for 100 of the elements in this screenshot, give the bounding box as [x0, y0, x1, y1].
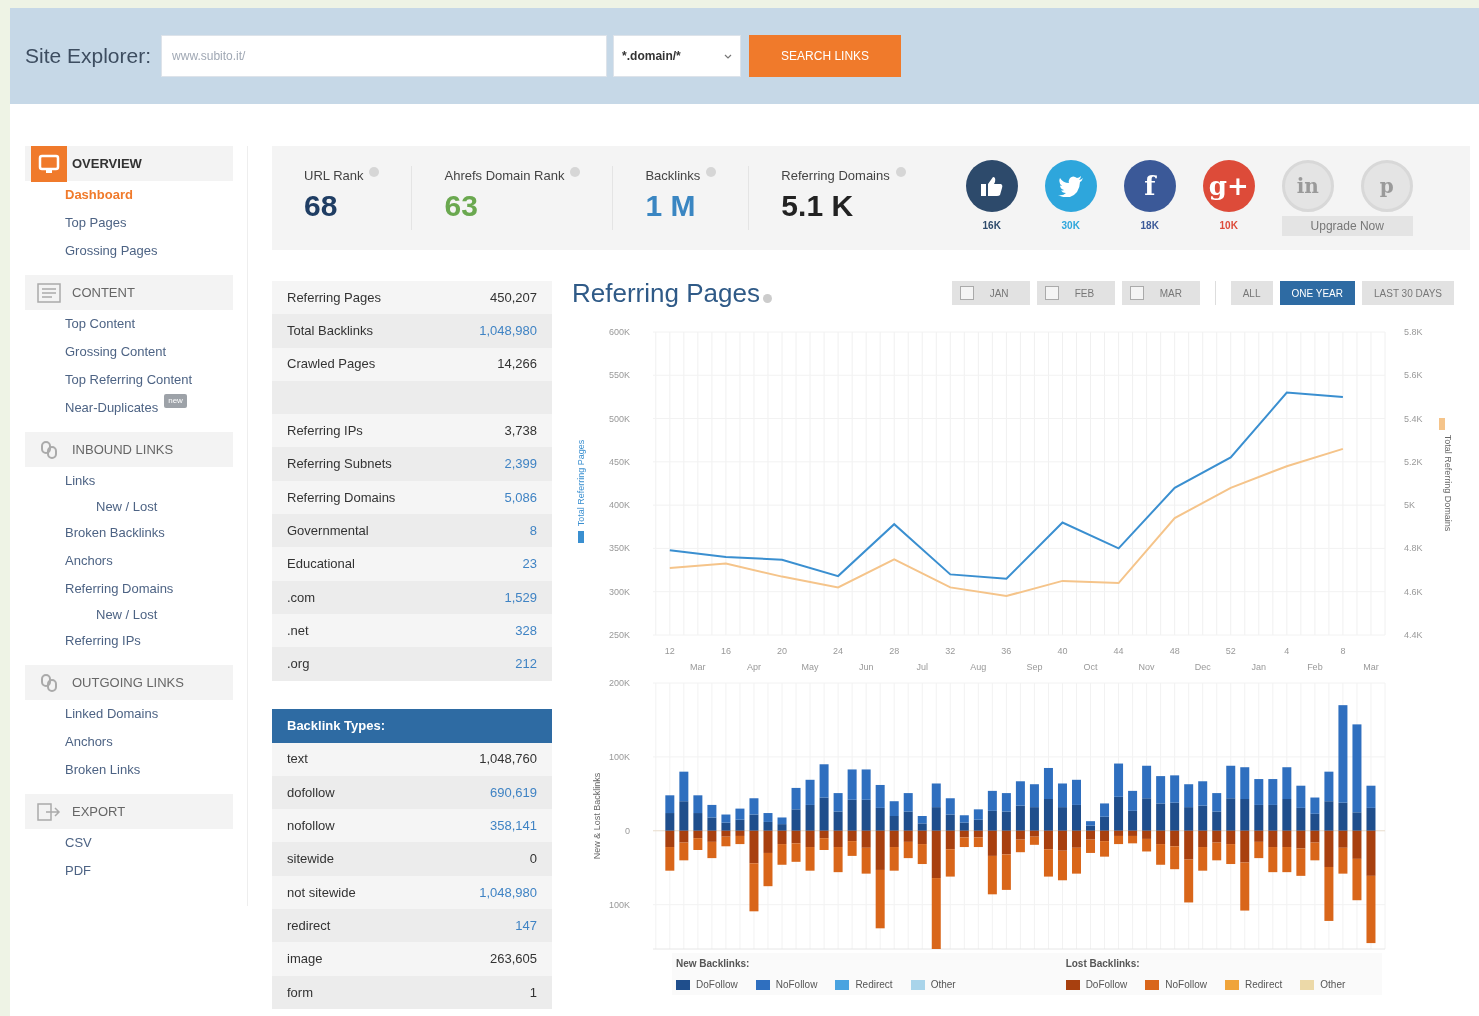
- axis-label: 12: [664, 646, 675, 656]
- axis-label: Dec: [1194, 662, 1211, 672]
- nav-link[interactable]: Referring Domains: [25, 575, 247, 603]
- nav-link[interactable]: Linked Domains: [25, 700, 247, 728]
- row-label: .org: [287, 655, 310, 674]
- row-label: not sitewide: [287, 883, 356, 902]
- legend-label: NoFollow: [1165, 978, 1207, 992]
- axis-title: Total Referring Pages: [576, 439, 586, 527]
- row-label: Referring IPs: [287, 422, 363, 441]
- axis-label: 550K: [608, 370, 630, 381]
- legend-label: Other: [1320, 978, 1346, 992]
- social-button[interactable]: g+: [1202, 160, 1255, 212]
- nav-link[interactable]: Top Pages: [25, 209, 247, 237]
- mode-select[interactable]: *.domain/*: [613, 35, 742, 77]
- axis-label: May: [801, 662, 819, 672]
- value-link[interactable]: 1,048,980: [479, 882, 537, 903]
- share-count: 18K: [1139, 219, 1160, 233]
- search-button[interactable]: SEARCH LINKS: [749, 35, 902, 77]
- axis-label: 4.8K: [1404, 543, 1423, 554]
- axis-label: 48: [1169, 646, 1180, 656]
- month-filter-button[interactable]: FEB: [1036, 281, 1115, 305]
- stat-label: Referring Domains: [781, 167, 890, 185]
- nav-link[interactable]: New / Lost: [25, 603, 247, 627]
- axis-label: 44: [1113, 646, 1124, 656]
- axis-label: 4.4K: [1404, 630, 1423, 640]
- section-header[interactable]: INBOUND LINKS: [25, 432, 233, 467]
- stat-label: Ahrefs Domain Rank: [444, 167, 565, 185]
- section-title: EXPORT: [72, 802, 126, 821]
- nav-link[interactable]: Referring IPs: [25, 627, 247, 655]
- nav-link[interactable]: Broken Backlinks: [25, 519, 247, 547]
- nav-link[interactable]: PDF: [25, 857, 247, 885]
- axis-label: 5K: [1404, 500, 1415, 511]
- row-label: Total Backlinks: [287, 322, 373, 341]
- table-header: Backlink Types:: [272, 708, 552, 743]
- axis-title: New & Lost Backlinks: [592, 772, 602, 860]
- social-button: p: [1360, 160, 1413, 212]
- value-link[interactable]: 5,086: [504, 487, 537, 508]
- row-value: 450,207: [490, 288, 537, 307]
- axis-label: 450K: [608, 456, 630, 467]
- stat-value: 63: [444, 187, 479, 224]
- nav-link[interactable]: Dashboard: [25, 181, 247, 209]
- nav-link[interactable]: Links: [25, 467, 247, 495]
- value-link[interactable]: 358,141: [490, 816, 537, 836]
- nav-link[interactable]: Anchors: [25, 547, 247, 575]
- section-header[interactable]: OUTGOING LINKS: [25, 665, 233, 700]
- nav-link[interactable]: Top Content: [25, 310, 247, 338]
- value-link[interactable]: 212: [515, 654, 537, 674]
- stat-label: URL Rank: [304, 167, 364, 185]
- page-title: Site Explorer:: [25, 43, 152, 70]
- section-header[interactable]: CONTENT: [25, 275, 233, 310]
- nav-link[interactable]: Anchors: [25, 728, 247, 756]
- value-link[interactable]: 23: [522, 554, 537, 574]
- value-link[interactable]: 2,399: [504, 454, 537, 474]
- range-tab[interactable]: LAST 30 DAYS: [1362, 281, 1454, 305]
- value-link[interactable]: 690,619: [490, 782, 537, 803]
- section-title: OVERVIEW: [72, 154, 142, 173]
- nav-link[interactable]: Broken Links: [25, 756, 247, 784]
- axis-label: 4.6K: [1404, 586, 1423, 597]
- nav-link[interactable]: Grossing Pages: [25, 237, 247, 265]
- section-title: CONTENT: [72, 283, 135, 302]
- row-label: .net: [287, 621, 309, 640]
- axis-label: 250K: [608, 630, 630, 640]
- upgrade-button[interactable]: Upgrade Now: [1281, 216, 1413, 236]
- section-header[interactable]: EXPORT: [25, 794, 233, 829]
- value-link[interactable]: 328: [515, 620, 537, 641]
- row-value: 263,605: [490, 950, 537, 969]
- row-label: nofollow: [287, 817, 335, 836]
- axis-label: 500K: [608, 413, 630, 424]
- section-header[interactable]: OVERVIEW: [25, 146, 233, 181]
- row-label: Governmental: [287, 521, 369, 540]
- nav-link[interactable]: Grossing Content: [25, 338, 247, 366]
- value-link[interactable]: 8: [529, 520, 537, 541]
- nav-link[interactable]: CSV: [25, 829, 247, 857]
- value-link[interactable]: 1,048,980: [479, 321, 537, 341]
- nav-link[interactable]: New / Lost: [25, 495, 247, 519]
- axis-label: Jun: [858, 662, 874, 672]
- axis-label: Jan: [1251, 662, 1267, 672]
- axis-label: 4: [1284, 646, 1290, 656]
- share-count: 10K: [1218, 219, 1239, 233]
- legend-label: Other: [930, 978, 956, 992]
- row-label: .com: [287, 588, 316, 607]
- axis-label: 5.2K: [1404, 456, 1423, 467]
- nav-link[interactable]: Near-Duplicates: [25, 394, 165, 422]
- range-tab[interactable]: ALL: [1230, 281, 1273, 305]
- axis-label: 100K: [608, 899, 630, 910]
- month-filter-button[interactable]: MAR: [1121, 281, 1200, 305]
- axis-label: Mar: [1363, 662, 1379, 672]
- row-value: 1: [529, 983, 537, 1002]
- stat-label: Backlinks: [645, 167, 701, 185]
- legend-label: Redirect: [855, 978, 893, 992]
- row-label: Crawled Pages: [287, 355, 376, 374]
- value-link[interactable]: 1,529: [504, 587, 537, 608]
- month-filter-button[interactable]: JAN: [951, 281, 1030, 305]
- url-field[interactable]: www.subito.it/: [161, 35, 608, 77]
- axis-label: 400K: [608, 500, 630, 511]
- social-button[interactable]: f: [1123, 160, 1176, 212]
- range-tab[interactable]: ONE YEAR: [1279, 281, 1355, 305]
- axis-label: 8: [1340, 646, 1346, 656]
- nav-link[interactable]: Top Referring Content: [25, 366, 247, 394]
- value-link[interactable]: 147: [515, 915, 537, 936]
